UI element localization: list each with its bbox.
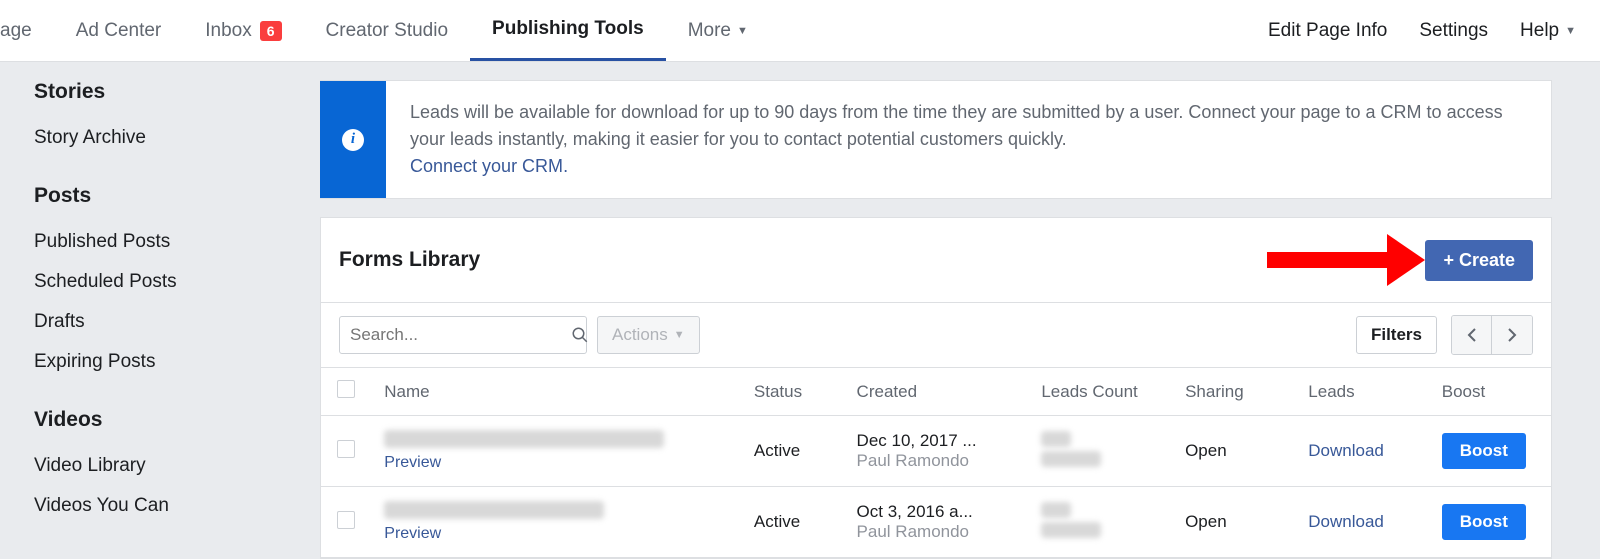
preview-link[interactable]: Preview bbox=[384, 454, 441, 472]
col-status[interactable]: Status bbox=[740, 368, 843, 416]
search-icon bbox=[571, 326, 589, 344]
col-created[interactable]: Created bbox=[843, 368, 1028, 416]
created-date: Oct 3, 2016 a... bbox=[857, 502, 973, 521]
sidebar-heading-stories: Stories bbox=[34, 80, 296, 104]
leads-count-sub-redacted: xxxxxxx bbox=[1041, 522, 1101, 538]
sidebar-item-videos-you-can[interactable]: Videos You Can bbox=[34, 486, 296, 526]
chevron-down-icon: ▼ bbox=[737, 25, 748, 37]
table-row: xxxxxxxxxxxxxxxxxxxx Preview Active Dec … bbox=[321, 416, 1551, 487]
forms-table: Name Status Created Leads Count Sharing … bbox=[321, 367, 1551, 558]
tab-more[interactable]: More ▼ bbox=[666, 0, 770, 61]
tab-ad-center[interactable]: Ad Center bbox=[54, 0, 184, 61]
filters-button[interactable]: Filters bbox=[1356, 316, 1437, 354]
sidebar-item-story-archive[interactable]: Story Archive bbox=[34, 118, 296, 158]
download-link[interactable]: Download bbox=[1308, 441, 1384, 460]
status-cell: Active bbox=[740, 416, 843, 487]
top-nav-left: age Ad Center Inbox 6 Creator Studio Pub… bbox=[0, 0, 770, 61]
row-checkbox[interactable] bbox=[337, 440, 355, 458]
sidebar: Stories Story Archive Posts Published Po… bbox=[0, 80, 320, 559]
preview-link[interactable]: Preview bbox=[384, 525, 441, 543]
form-name-redacted: xxxxxxxxxxxxxxxx bbox=[384, 501, 604, 519]
tab-creator-studio[interactable]: Creator Studio bbox=[304, 0, 471, 61]
row-checkbox[interactable] bbox=[337, 511, 355, 529]
sidebar-heading-videos: Videos bbox=[34, 408, 296, 432]
col-boost[interactable]: Boost bbox=[1428, 368, 1551, 416]
boost-button[interactable]: Boost bbox=[1442, 433, 1526, 469]
search-input-wrap[interactable] bbox=[339, 316, 587, 354]
form-name-redacted: xxxxxxxxxxxxxxxxxxxx bbox=[384, 430, 664, 448]
pager-next-button[interactable] bbox=[1492, 316, 1532, 354]
actions-dropdown[interactable]: Actions ▼ bbox=[597, 316, 700, 354]
leads-count-redacted: xx bbox=[1041, 502, 1071, 518]
toolbar: Actions ▼ Filters bbox=[321, 302, 1551, 367]
created-by: Paul Ramondo bbox=[857, 522, 969, 541]
col-leads[interactable]: Leads bbox=[1294, 368, 1427, 416]
download-link[interactable]: Download bbox=[1308, 512, 1384, 531]
info-banner-text: Leads will be available for download for… bbox=[410, 102, 1503, 149]
col-name[interactable]: Name bbox=[370, 368, 740, 416]
table-row: xxxxxxxxxxxxxxxx Preview Active Oct 3, 2… bbox=[321, 487, 1551, 558]
info-icon: i bbox=[342, 129, 364, 151]
inbox-badge: 6 bbox=[260, 21, 282, 41]
info-banner: i Leads will be available for download f… bbox=[320, 80, 1552, 199]
nav-settings[interactable]: Settings bbox=[1419, 20, 1488, 42]
forms-library-card: Forms Library + Create bbox=[320, 217, 1552, 559]
tab-publishing-tools[interactable]: Publishing Tools bbox=[470, 0, 666, 61]
card-title: Forms Library bbox=[339, 248, 480, 272]
search-input[interactable] bbox=[350, 325, 571, 345]
annotation-arrow bbox=[1267, 234, 1425, 286]
chevron-down-icon: ▼ bbox=[1565, 25, 1576, 37]
sidebar-item-scheduled-posts[interactable]: Scheduled Posts bbox=[34, 262, 296, 302]
pager bbox=[1451, 315, 1533, 355]
col-sharing[interactable]: Sharing bbox=[1171, 368, 1294, 416]
boost-button[interactable]: Boost bbox=[1442, 504, 1526, 540]
leads-count-sub-redacted: xxxx bbox=[1041, 451, 1101, 467]
sharing-cell: Open bbox=[1171, 487, 1294, 558]
tab-inbox[interactable]: Inbox 6 bbox=[183, 0, 303, 61]
sidebar-item-expiring-posts[interactable]: Expiring Posts bbox=[34, 342, 296, 382]
nav-edit-page-info[interactable]: Edit Page Info bbox=[1268, 20, 1387, 42]
top-nav: age Ad Center Inbox 6 Creator Studio Pub… bbox=[0, 0, 1600, 62]
col-leads-count[interactable]: Leads Count bbox=[1027, 368, 1171, 416]
nav-help[interactable]: Help ▼ bbox=[1520, 20, 1576, 42]
chevron-left-icon bbox=[1467, 328, 1477, 342]
sidebar-item-video-library[interactable]: Video Library bbox=[34, 446, 296, 486]
created-date: Dec 10, 2017 ... bbox=[857, 431, 977, 450]
create-button[interactable]: + Create bbox=[1425, 240, 1533, 281]
created-by: Paul Ramondo bbox=[857, 451, 969, 470]
top-nav-right: Edit Page Info Settings Help ▼ bbox=[1268, 20, 1576, 42]
tab-page[interactable]: age bbox=[0, 0, 54, 61]
select-all-checkbox[interactable] bbox=[337, 380, 355, 398]
chevron-right-icon bbox=[1507, 328, 1517, 342]
sharing-cell: Open bbox=[1171, 416, 1294, 487]
sidebar-heading-posts: Posts bbox=[34, 184, 296, 208]
sidebar-item-drafts[interactable]: Drafts bbox=[34, 302, 296, 342]
info-banner-stripe: i bbox=[320, 81, 386, 198]
pager-prev-button[interactable] bbox=[1452, 316, 1492, 354]
sidebar-item-published-posts[interactable]: Published Posts bbox=[34, 222, 296, 262]
status-cell: Active bbox=[740, 487, 843, 558]
main-content: i Leads will be available for download f… bbox=[320, 80, 1600, 559]
chevron-down-icon: ▼ bbox=[674, 329, 685, 341]
leads-count-redacted: xx bbox=[1041, 431, 1071, 447]
connect-crm-link[interactable]: Connect your CRM. bbox=[410, 156, 568, 176]
